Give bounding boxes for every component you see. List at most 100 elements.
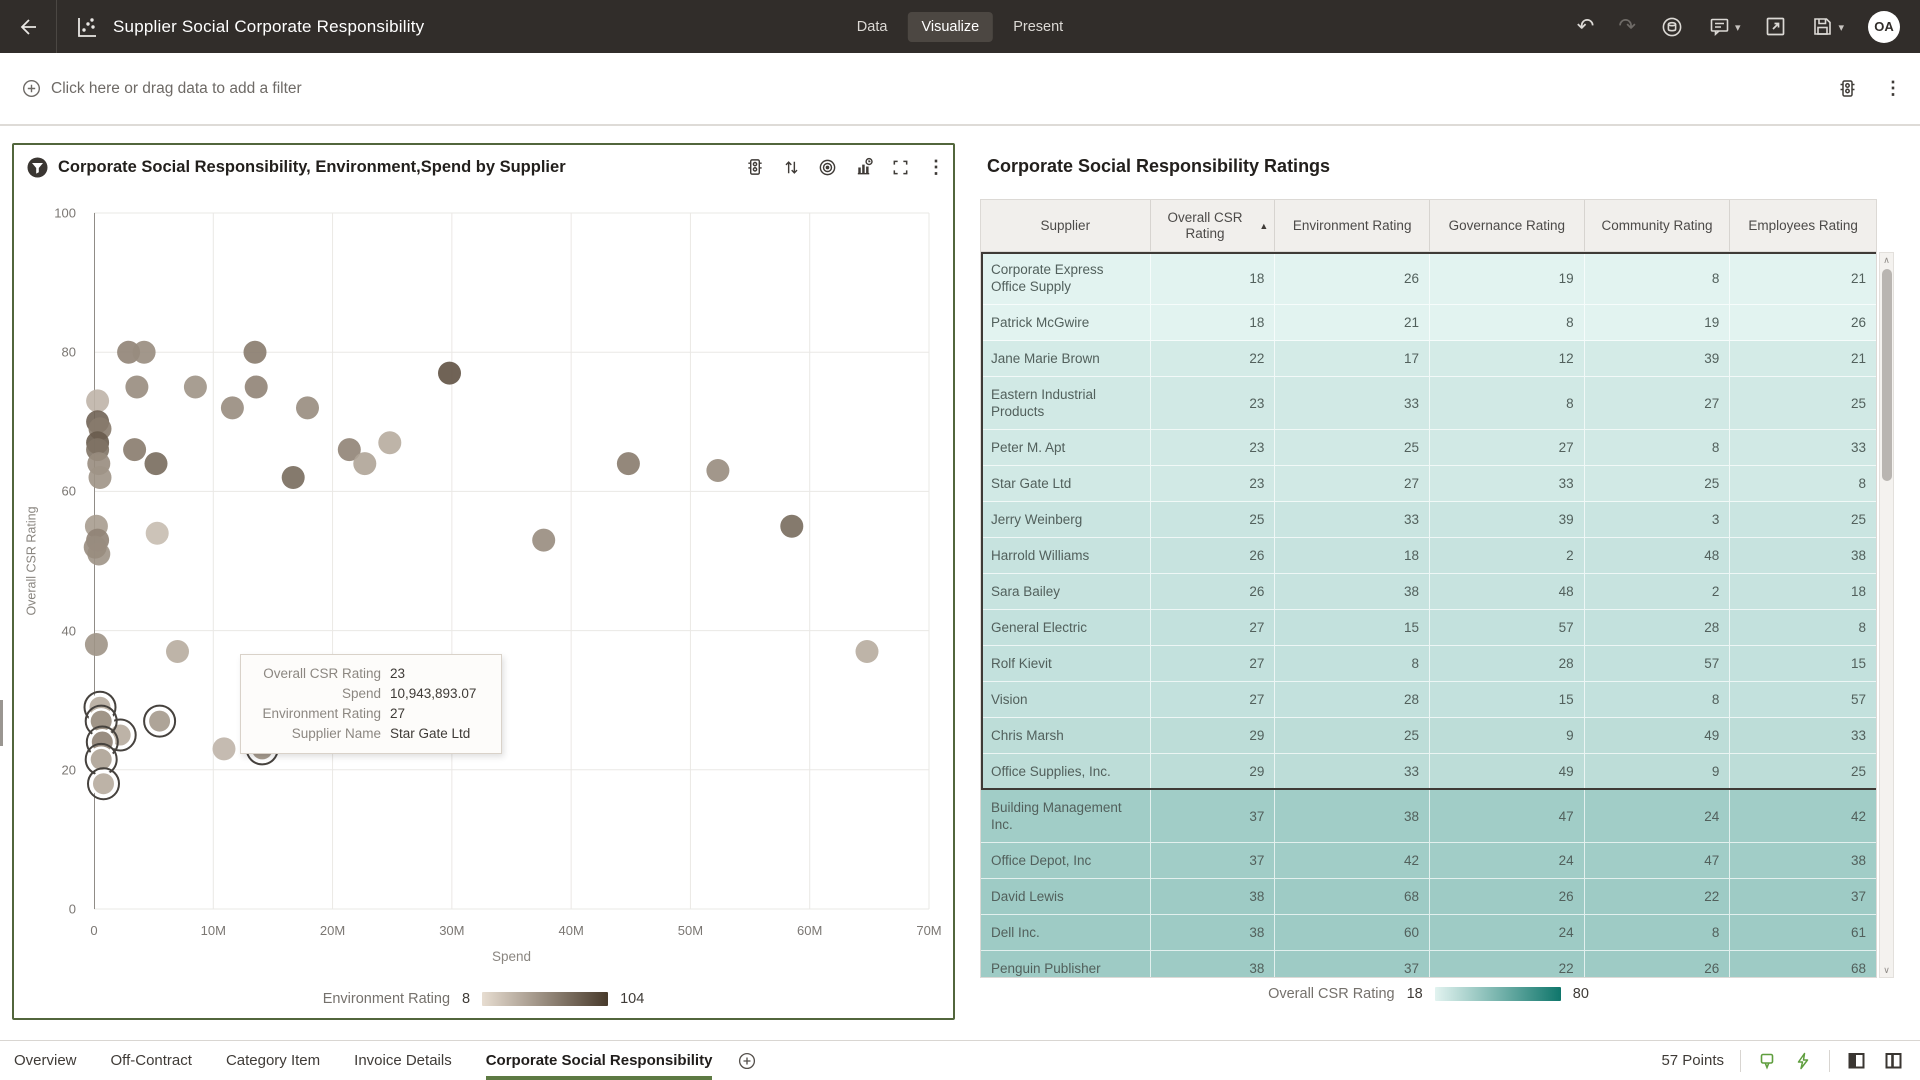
status-indicators-icon[interactable] <box>745 157 765 177</box>
scatter-point[interactable] <box>86 389 110 413</box>
rating-cell[interactable]: 21 <box>1730 341 1876 376</box>
supplier-cell[interactable]: Harrold Williams <box>981 538 1151 573</box>
rating-cell[interactable]: 38 <box>1730 843 1876 878</box>
toggle-left-panel-icon[interactable] <box>1846 1050 1867 1071</box>
scatter-point[interactable] <box>244 375 268 399</box>
rating-cell[interactable]: 33 <box>1730 718 1876 753</box>
table-row[interactable]: Chris Marsh 29 25 9 49 33 <box>981 718 1876 754</box>
rating-cell[interactable]: 8 <box>1275 646 1430 681</box>
rating-cell[interactable]: 25 <box>1275 718 1430 753</box>
rating-cell[interactable]: 8 <box>1430 305 1585 340</box>
rating-cell[interactable]: 47 <box>1585 843 1731 878</box>
annotations-menu[interactable] <box>1708 15 1741 38</box>
scatter-point[interactable] <box>438 361 461 385</box>
rating-cell[interactable]: 33 <box>1275 377 1430 429</box>
scatter-point[interactable] <box>378 431 402 455</box>
supplier-cell[interactable]: Patrick McGwire <box>981 305 1151 340</box>
scatter-point[interactable] <box>616 452 640 476</box>
rating-cell[interactable]: 25 <box>1275 430 1430 465</box>
rating-cell[interactable]: 49 <box>1585 718 1731 753</box>
supplier-cell[interactable]: Office Depot, Inc <box>981 843 1151 878</box>
table-row[interactable]: Corporate Express Office Supply 18 26 19 8 21 <box>981 252 1876 305</box>
table-row[interactable]: Harrold Williams 26 18 2 48 38 <box>981 538 1876 574</box>
refresh-data-icon[interactable] <box>1660 15 1684 39</box>
supplier-cell[interactable]: Sara Bailey <box>981 574 1151 609</box>
column-header-supplier[interactable]: Supplier <box>981 200 1151 251</box>
scatter-point[interactable] <box>212 737 236 761</box>
rating-cell[interactable]: 8 <box>1730 610 1876 645</box>
supplier-cell[interactable]: Building Management Inc. <box>981 790 1151 842</box>
panel-resize-handle[interactable] <box>0 700 3 746</box>
scatter-point[interactable] <box>220 396 244 420</box>
supplier-cell[interactable]: David Lewis <box>981 879 1151 914</box>
add-filter-target[interactable]: Click here or drag data to add a filter <box>22 79 302 98</box>
rating-cell[interactable]: 8 <box>1585 682 1731 717</box>
scatter-point[interactable] <box>780 514 804 538</box>
rating-cell[interactable]: 22 <box>1430 951 1585 977</box>
snapshot-chart-icon[interactable] <box>854 157 874 177</box>
rating-cell[interactable]: 18 <box>1151 252 1276 304</box>
redo-icon[interactable] <box>1618 14 1636 39</box>
rating-cell[interactable]: 29 <box>1151 718 1276 753</box>
scatter-point[interactable] <box>281 466 305 489</box>
rating-cell[interactable]: 8 <box>1585 252 1731 304</box>
table-row[interactable]: Eastern Industrial Products 23 33 8 27 25 <box>981 377 1876 430</box>
rating-cell[interactable]: 21 <box>1730 252 1876 304</box>
rating-cell[interactable]: 33 <box>1275 502 1430 537</box>
mode-tab-present[interactable]: Present <box>999 12 1077 42</box>
rating-cell[interactable]: 8 <box>1585 430 1731 465</box>
rating-cell[interactable]: 60 <box>1275 915 1430 950</box>
rating-cell[interactable]: 49 <box>1430 754 1585 789</box>
rating-cell[interactable]: 19 <box>1430 252 1585 304</box>
canvas-tab-invoice-details[interactable]: Invoice Details <box>354 1041 452 1080</box>
scatter-point[interactable] <box>706 459 730 482</box>
scatter-point[interactable] <box>532 528 556 552</box>
table-row[interactable]: Rolf Kievit 27 8 28 57 15 <box>981 646 1876 682</box>
rating-cell[interactable]: 37 <box>1151 843 1276 878</box>
rating-cell[interactable]: 57 <box>1585 646 1731 681</box>
rating-cell[interactable]: 26 <box>1151 538 1276 573</box>
rating-cell[interactable]: 38 <box>1275 790 1430 842</box>
filterbar-menu-icon[interactable] <box>1884 78 1898 99</box>
touch-mode-icon[interactable] <box>1757 1051 1777 1071</box>
rating-cell[interactable]: 42 <box>1730 790 1876 842</box>
rating-cell[interactable]: 57 <box>1430 610 1585 645</box>
rating-cell[interactable]: 8 <box>1430 377 1585 429</box>
table-row[interactable]: Vision 27 28 15 8 57 <box>981 682 1876 718</box>
table-row[interactable]: David Lewis 38 68 26 22 37 <box>981 879 1876 915</box>
avatar[interactable]: OA <box>1868 10 1900 43</box>
supplier-cell[interactable]: Jerry Weinberg <box>981 502 1151 537</box>
rating-cell[interactable]: 37 <box>1730 879 1876 914</box>
rating-cell[interactable]: 25 <box>1730 502 1876 537</box>
rating-cell[interactable]: 27 <box>1275 466 1430 501</box>
rating-cell[interactable]: 38 <box>1730 538 1876 573</box>
scatter-plot-area[interactable] <box>83 212 930 910</box>
maximize-icon[interactable] <box>891 158 910 177</box>
rating-cell[interactable]: 17 <box>1275 341 1430 376</box>
rating-cell[interactable]: 25 <box>1585 466 1731 501</box>
rating-cell[interactable]: 15 <box>1430 682 1585 717</box>
rating-cell[interactable]: 39 <box>1430 502 1585 537</box>
add-canvas-button[interactable] <box>738 1052 756 1070</box>
supplier-cell[interactable]: Jane Marie Brown <box>981 341 1151 376</box>
rating-cell[interactable]: 47 <box>1430 790 1585 842</box>
scatter-point[interactable] <box>84 633 108 656</box>
toggle-right-panel-icon[interactable] <box>1883 1050 1904 1071</box>
table-row[interactable]: Penguin Publisher 38 37 22 26 68 <box>981 951 1876 977</box>
rating-cell[interactable]: 24 <box>1430 843 1585 878</box>
rating-cell[interactable]: 3 <box>1585 502 1731 537</box>
rating-cell[interactable]: 8 <box>1730 466 1876 501</box>
scatter-visualization-panel[interactable]: Corporate Social Responsibility, Environ… <box>12 143 955 1020</box>
target-icon[interactable] <box>818 158 837 177</box>
table-visualization-panel[interactable]: Corporate Social Responsibility Ratings … <box>980 128 1900 1040</box>
rating-cell[interactable]: 38 <box>1151 951 1276 977</box>
rating-cell[interactable]: 25 <box>1730 377 1876 429</box>
canvas-tab-overview[interactable]: Overview <box>14 1041 77 1080</box>
supplier-cell[interactable]: Corporate Express Office Supply <box>981 252 1151 304</box>
rating-cell[interactable]: 39 <box>1585 341 1731 376</box>
supplier-cell[interactable]: Penguin Publisher <box>981 951 1151 977</box>
rating-cell[interactable]: 2 <box>1430 538 1585 573</box>
scroll-up-icon[interactable] <box>1880 253 1893 267</box>
rating-cell[interactable]: 8 <box>1585 915 1731 950</box>
scatter-point[interactable] <box>855 640 879 663</box>
